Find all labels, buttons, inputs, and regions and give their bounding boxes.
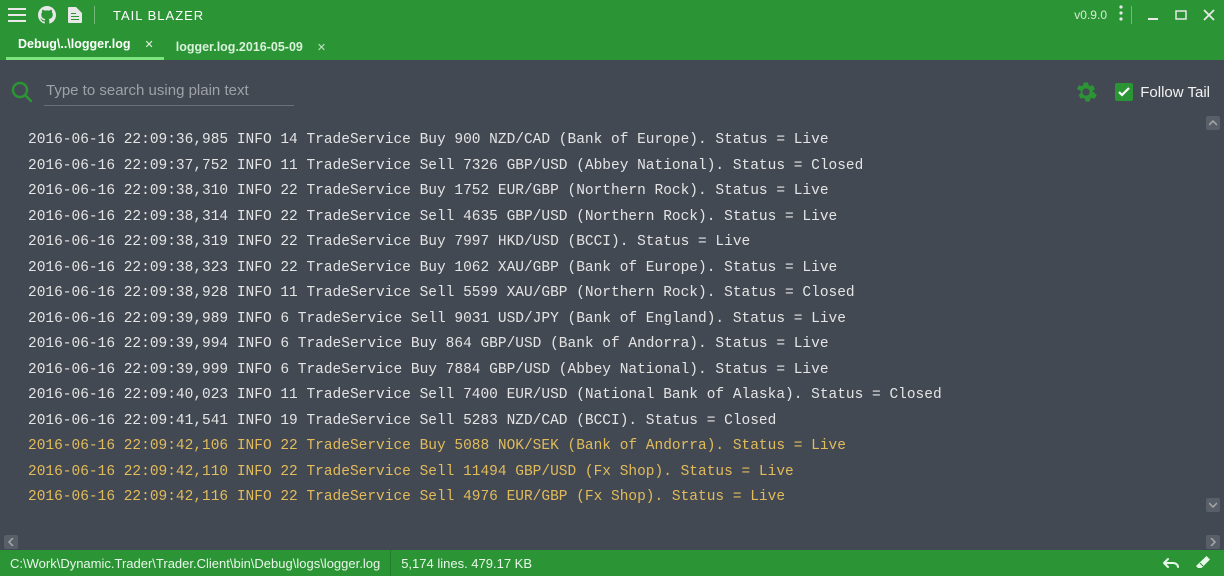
tab-0[interactable]: Debug\..\logger.log ✕ [6, 31, 164, 60]
scroll-right-button[interactable] [1206, 535, 1220, 549]
app-title: TAIL BLAZER [113, 8, 204, 23]
close-icon[interactable]: ✕ [317, 41, 326, 54]
log-line[interactable]: 2016-06-16 22:09:39,989 INFO 6 TradeServ… [28, 307, 1212, 333]
log-line[interactable]: 2016-06-16 22:09:42,110 INFO 22 TradeSer… [28, 460, 1212, 486]
log-line[interactable]: 2016-06-16 22:09:37,752 INFO 11 TradeSer… [28, 154, 1212, 180]
divider [1131, 6, 1132, 24]
log-line[interactable]: 2016-06-16 22:09:36,985 INFO 14 TradeSer… [28, 128, 1212, 154]
follow-tail-toggle[interactable]: Follow Tail [1115, 83, 1210, 101]
horizontal-scrollbar[interactable] [0, 534, 1224, 550]
log-line[interactable]: 2016-06-16 22:09:39,994 INFO 6 TradeServ… [28, 332, 1212, 358]
more-icon[interactable] [1119, 5, 1123, 26]
log-line[interactable]: 2016-06-16 22:09:41,541 INFO 19 TradeSer… [28, 409, 1212, 435]
divider [94, 6, 95, 24]
scroll-left-button[interactable] [4, 535, 18, 549]
maximize-button[interactable] [1174, 8, 1188, 22]
version-label: v0.9.0 [1074, 8, 1107, 22]
status-file-path: C:\Work\Dynamic.Trader\Trader.Client\bin… [0, 556, 390, 571]
status-file-info: 5,174 lines. 479.17 KB [391, 556, 542, 571]
tabbar: Debug\..\logger.log✕logger.log.2016-05-0… [0, 30, 1224, 60]
close-button[interactable] [1202, 8, 1216, 22]
log-line[interactable]: 2016-06-16 22:09:42,106 INFO 22 TradeSer… [28, 434, 1212, 460]
log-line[interactable]: 2016-06-16 22:09:39,999 INFO 6 TradeServ… [28, 358, 1212, 384]
titlebar: TAIL BLAZER v0.9.0 [0, 0, 1224, 30]
toolbar: Follow Tail [0, 60, 1224, 112]
scroll-down-button[interactable] [1206, 498, 1220, 512]
tab-label: Debug\..\logger.log [18, 37, 131, 51]
checkbox-icon [1115, 83, 1133, 101]
log-line[interactable]: 2016-06-16 22:09:40,023 INFO 11 TradeSer… [28, 383, 1212, 409]
minimize-button[interactable] [1146, 8, 1160, 22]
file-icon[interactable] [68, 7, 82, 23]
log-line[interactable]: 2016-06-16 22:09:38,323 INFO 22 TradeSer… [28, 256, 1212, 282]
undo-icon[interactable] [1160, 555, 1180, 571]
statusbar: C:\Work\Dynamic.Trader\Trader.Client\bin… [0, 550, 1224, 576]
search-input[interactable] [44, 78, 294, 106]
log-area[interactable]: 2016-06-16 22:09:36,985 INFO 14 TradeSer… [0, 112, 1224, 534]
gear-icon[interactable] [1075, 81, 1097, 103]
log-line[interactable]: 2016-06-16 22:09:38,319 INFO 22 TradeSer… [28, 230, 1212, 256]
scroll-up-button[interactable] [1206, 116, 1220, 130]
tab-1[interactable]: logger.log.2016-05-09 ✕ [164, 34, 336, 60]
github-icon[interactable] [38, 6, 56, 24]
log-line[interactable]: 2016-06-16 22:09:38,314 INFO 22 TradeSer… [28, 205, 1212, 231]
menu-icon[interactable] [8, 8, 26, 22]
log-line[interactable]: 2016-06-16 22:09:42,116 INFO 22 TradeSer… [28, 485, 1212, 511]
eraser-icon[interactable] [1194, 554, 1212, 572]
log-line[interactable]: 2016-06-16 22:09:38,310 INFO 22 TradeSer… [28, 179, 1212, 205]
close-icon[interactable]: ✕ [145, 38, 154, 51]
tab-label: logger.log.2016-05-09 [176, 40, 303, 54]
log-line[interactable]: 2016-06-16 22:09:38,928 INFO 11 TradeSer… [28, 281, 1212, 307]
search-icon[interactable] [10, 80, 34, 104]
follow-tail-label: Follow Tail [1140, 84, 1210, 101]
